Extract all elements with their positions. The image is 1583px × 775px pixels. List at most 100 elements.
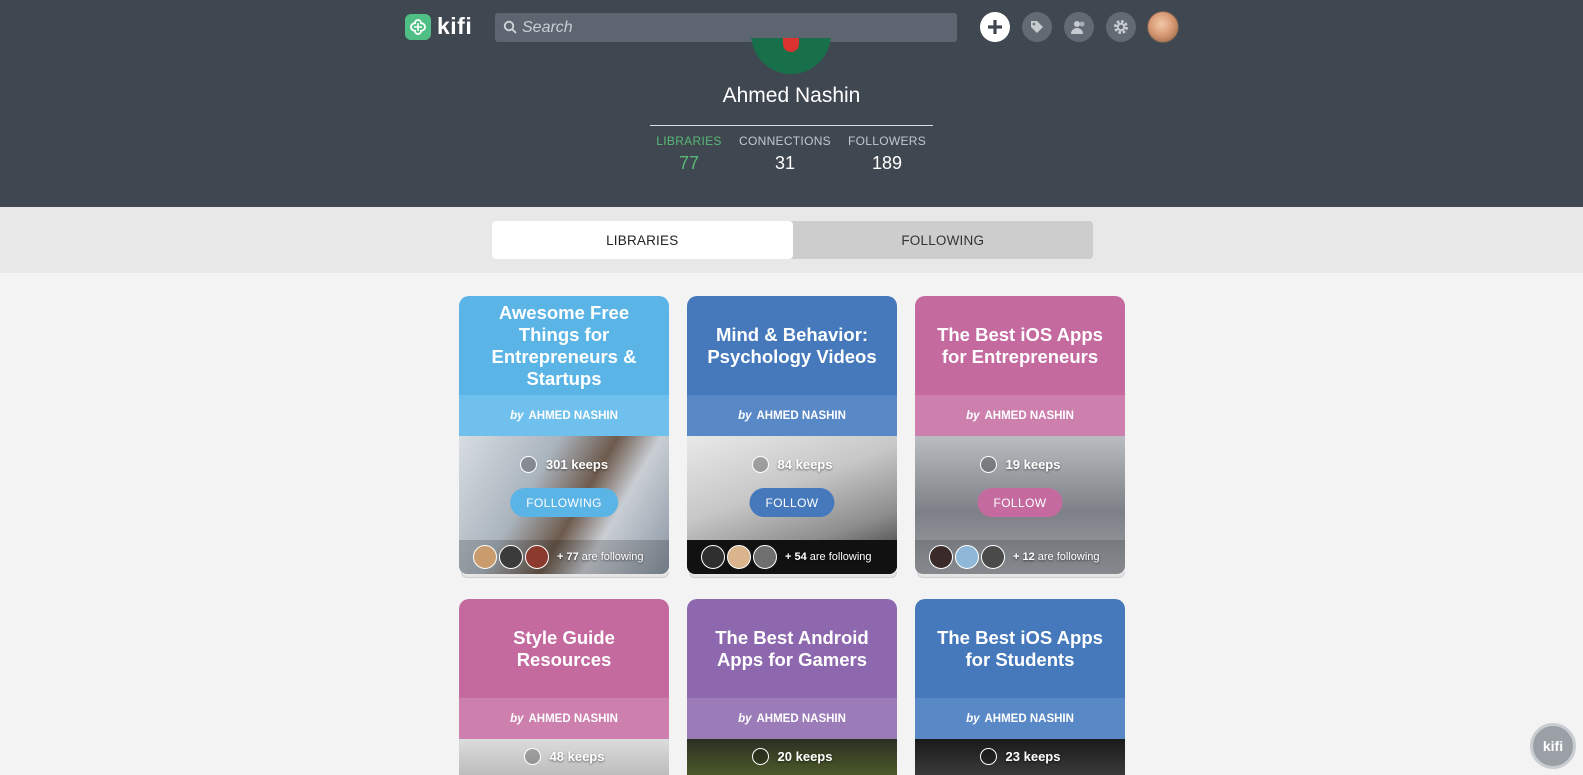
profile-header: kifi Ahmed Nashin LIBRARIES 77 CONNECTIO… [0, 0, 1583, 207]
library-card[interactable]: The Best Android Apps for Gamers by AHMED… [687, 599, 897, 775]
library-cover-image: 301 keeps FOLLOWING + 77 are following [459, 436, 669, 574]
library-title[interactable]: The Best Android Apps for Gamers [687, 599, 897, 698]
library-owner[interactable]: by AHMED NASHIN [915, 698, 1125, 739]
following-suffix: are following [809, 551, 872, 563]
library-title[interactable]: The Best iOS Apps for Entrepreneurs [915, 296, 1125, 395]
following-count: + 54 [785, 551, 807, 563]
search-icon [503, 20, 517, 39]
following-text: + 77 are following [557, 551, 644, 563]
library-title[interactable]: Awesome Free Things for Entrepreneurs & … [459, 296, 669, 395]
keeps-label: 19 keeps [1005, 457, 1061, 472]
keeps-count: 23 keeps [915, 748, 1125, 765]
stat-value: 31 [774, 153, 796, 173]
library-title[interactable]: Style Guide Resources [459, 599, 669, 698]
add-icon [988, 20, 1002, 34]
library-title[interactable]: The Best iOS Apps for Students [915, 599, 1125, 698]
people-icon [1071, 21, 1085, 34]
stat-label: CONNECTIONS [739, 134, 831, 148]
library-owner[interactable]: by AHMED NASHIN [459, 698, 669, 739]
tab-libraries[interactable]: LIBRARIES [492, 221, 793, 259]
library-card[interactable]: Style Guide Resources by AHMED NASHIN 48 … [459, 599, 669, 775]
follower-avatar[interactable] [701, 545, 725, 569]
library-card[interactable]: The Best iOS Apps for Students by AHMED N… [915, 599, 1125, 775]
keep-icon [751, 748, 769, 765]
follow-button[interactable]: FOLLOW [977, 488, 1063, 517]
stat-label: LIBRARIES [656, 134, 722, 148]
followers-row: + 54 are following [687, 540, 897, 574]
follower-avatar[interactable] [753, 545, 777, 569]
kifi-logo[interactable]: kifi [405, 13, 472, 40]
kifi-widget-button[interactable]: kifi [1530, 723, 1576, 769]
following-button[interactable]: FOLLOWING [510, 488, 618, 517]
library-tabs: LIBRARIES FOLLOWING [492, 221, 1093, 259]
add-keep-button[interactable] [980, 12, 1010, 42]
library-title[interactable]: Mind & Behavior: Psychology Videos [687, 296, 897, 395]
keeps-count: 19 keeps [915, 456, 1125, 473]
following-text: + 12 are following [1013, 551, 1100, 563]
keep-icon [519, 456, 537, 473]
by-label: by [510, 712, 524, 725]
library-card[interactable]: The Best iOS Apps for Entrepreneurs by AH… [915, 296, 1125, 574]
stat-label: FOLLOWERS [848, 134, 927, 148]
library-cover-image: 84 keeps FOLLOW + 54 are following [687, 436, 897, 574]
owner-name: AHMED NASHIN [756, 409, 846, 422]
owner-name: AHMED NASHIN [528, 409, 618, 422]
keeps-count: 20 keeps [687, 748, 897, 765]
follower-avatar[interactable] [929, 545, 953, 569]
library-owner[interactable]: by AHMED NASHIN [915, 395, 1125, 436]
keeps-count: 84 keeps [687, 456, 897, 473]
connections-button[interactable] [1064, 12, 1094, 42]
library-owner[interactable]: by AHMED NASHIN [687, 395, 897, 436]
kifi-logo-text: kifi [437, 13, 473, 39]
following-suffix: are following [581, 551, 644, 563]
following-text: + 54 are following [785, 551, 872, 563]
gear-icon [1114, 20, 1128, 34]
keeps-count: 48 keeps [459, 748, 669, 765]
follow-button[interactable]: FOLLOW [749, 488, 835, 517]
owner-name: AHMED NASHIN [528, 712, 618, 725]
library-cover-image: 48 keeps [459, 739, 669, 775]
keeps-label: 20 keeps [777, 749, 833, 764]
kifi-logo-icon [405, 13, 431, 40]
keeps-label: 48 keeps [549, 749, 605, 764]
search-input[interactable] [522, 13, 942, 42]
settings-button[interactable] [1106, 12, 1136, 42]
stat-followers[interactable]: FOLLOWERS 189 [848, 134, 926, 174]
by-label: by [510, 409, 524, 422]
keeps-count: 301 keeps [459, 456, 669, 473]
profile-picture [751, 38, 831, 74]
stat-value: 77 [678, 153, 700, 173]
search-box[interactable] [495, 13, 957, 42]
follower-avatar[interactable] [981, 545, 1005, 569]
owner-name: AHMED NASHIN [756, 712, 846, 725]
profile-divider [650, 125, 933, 126]
following-count: + 77 [557, 551, 579, 563]
profile-name: Ahmed Nashin [722, 84, 861, 107]
tags-button[interactable] [1022, 12, 1052, 42]
by-label: by [966, 712, 980, 725]
keep-icon [979, 748, 997, 765]
tab-following[interactable]: FOLLOWING [793, 221, 1094, 259]
follower-avatar[interactable] [955, 545, 979, 569]
user-avatar[interactable] [1147, 11, 1179, 43]
library-cover-image: 20 keeps [687, 739, 897, 775]
stat-value: 189 [871, 153, 903, 173]
follower-avatar[interactable] [727, 545, 751, 569]
library-card[interactable]: Awesome Free Things for Entrepreneurs & … [459, 296, 669, 574]
keep-icon [751, 456, 769, 473]
follower-avatar[interactable] [499, 545, 523, 569]
keeps-label: 301 keeps [545, 457, 609, 472]
tag-icon [1031, 21, 1043, 33]
library-cover-image: 19 keeps FOLLOW + 12 are following [915, 436, 1125, 574]
follower-avatar[interactable] [525, 545, 549, 569]
following-suffix: are following [1037, 551, 1100, 563]
owner-name: AHMED NASHIN [984, 409, 1074, 422]
keeps-label: 84 keeps [777, 457, 833, 472]
stat-libraries[interactable]: LIBRARIES 77 [655, 134, 723, 174]
follower-avatar[interactable] [473, 545, 497, 569]
library-owner[interactable]: by AHMED NASHIN [687, 698, 897, 739]
followers-row: + 12 are following [915, 540, 1125, 574]
library-card[interactable]: Mind & Behavior: Psychology Videos by AHM… [687, 296, 897, 574]
stat-connections[interactable]: CONNECTIONS 31 [738, 134, 832, 174]
library-owner[interactable]: by AHMED NASHIN [459, 395, 669, 436]
